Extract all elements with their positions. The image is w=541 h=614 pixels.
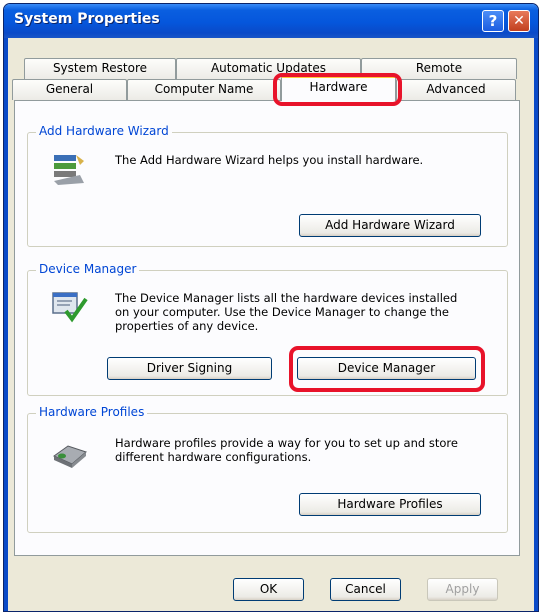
window-frame-left (4, 38, 8, 611)
hardware-profiles-description: Hardware profiles provide a way for you … (115, 436, 495, 464)
window-title: System Properties (14, 11, 160, 27)
device-manager-description: The Device Manager lists all the hardwar… (115, 291, 495, 333)
device-manager-description-line: The Device Manager lists all the hardwar… (115, 291, 458, 305)
add-hardware-wizard-button[interactable]: Add Hardware Wizard (299, 214, 481, 237)
add-hardware-wizard-group-label: Add Hardware Wizard (36, 124, 172, 138)
device-manager-icon (52, 292, 88, 323)
driver-signing-button[interactable]: Driver Signing (107, 357, 272, 380)
help-button[interactable]: ? (482, 10, 504, 32)
add-hardware-wizard-icon (54, 155, 84, 185)
hardware-profiles-group-label: Hardware Profiles (36, 405, 148, 419)
device-manager-description-line: on your computer. Use the Device Manager… (115, 305, 449, 319)
hardware-profiles-button[interactable]: Hardware Profiles (299, 493, 481, 516)
cancel-button[interactable]: Cancel (330, 578, 401, 601)
tab-system-restore[interactable]: System Restore (24, 58, 176, 79)
device-manager-button[interactable]: Device Manager (297, 357, 476, 380)
ok-button[interactable]: OK (233, 578, 304, 601)
device-manager-group-label: Device Manager (36, 262, 140, 276)
hardware-profiles-icon (52, 445, 87, 468)
device-manager-description-line: properties of any device. (115, 319, 259, 333)
tab-general[interactable]: General (12, 79, 127, 100)
window-frame-right (534, 38, 538, 611)
tab-advanced[interactable]: Advanced (396, 79, 516, 100)
add-hardware-wizard-description: The Add Hardware Wizard helps you instal… (115, 153, 424, 167)
close-button[interactable]: ✕ (508, 10, 530, 32)
tab-computer-name[interactable]: Computer Name (127, 79, 281, 100)
hardware-profiles-description-line: Hardware profiles provide a way for you … (115, 436, 458, 450)
hardware-profiles-description-line: different hardware configurations. (115, 450, 312, 464)
tab-hardware[interactable]: Hardware (281, 76, 396, 101)
title-bar[interactable]: System Properties ? ✕ (4, 4, 538, 38)
apply-button[interactable]: Apply (427, 578, 498, 601)
